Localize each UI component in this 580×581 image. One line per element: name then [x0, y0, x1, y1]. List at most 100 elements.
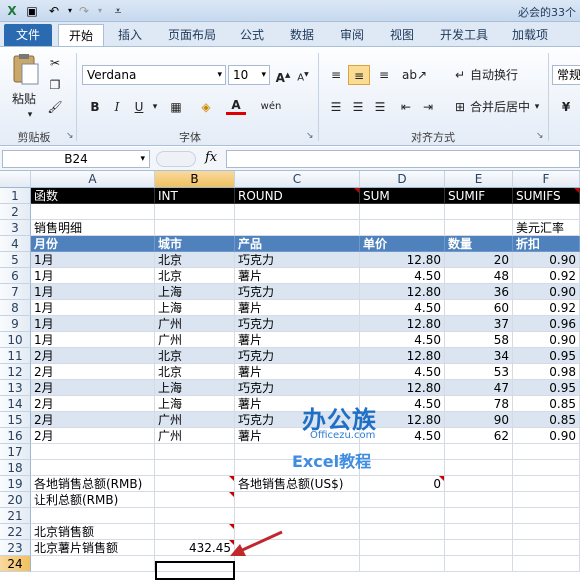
row-header-12[interactable]: 12: [0, 364, 31, 380]
cell-b17[interactable]: [155, 444, 235, 460]
decrease-indent-icon[interactable]: ⇤: [396, 97, 416, 117]
format-painter-icon[interactable]: 🖌: [46, 97, 64, 117]
font-color-button[interactable]: A: [226, 97, 246, 115]
copy-icon[interactable]: ❐: [46, 75, 64, 95]
undo-icon[interactable]: ↶: [46, 3, 62, 19]
tab-data[interactable]: 数据: [282, 24, 322, 46]
underline-dropdown-icon[interactable]: ▾: [150, 97, 160, 117]
row-header-15[interactable]: 15: [0, 412, 31, 428]
cell-f18[interactable]: [513, 460, 580, 476]
cell-a17[interactable]: [31, 444, 155, 460]
row-header-21[interactable]: 21: [0, 508, 31, 524]
cell-e22[interactable]: [445, 524, 513, 540]
selected-cell-b24[interactable]: [155, 561, 235, 580]
paste-dropdown-icon[interactable]: ▾: [22, 105, 38, 125]
bold-button[interactable]: B: [86, 97, 104, 117]
cell-e3[interactable]: [445, 220, 513, 236]
tab-formulas[interactable]: 公式: [232, 24, 272, 46]
tab-developer[interactable]: 开发工具: [432, 24, 496, 46]
font-name-dropdown[interactable]: Verdana ▾: [82, 65, 226, 85]
cell-f19[interactable]: [513, 476, 580, 492]
cell-e24[interactable]: [445, 556, 513, 572]
cell-e23[interactable]: [445, 540, 513, 556]
align-center-icon[interactable]: ☰: [348, 97, 368, 117]
align-top-icon[interactable]: ≡: [326, 65, 346, 85]
shrink-font-button[interactable]: A▼: [294, 65, 312, 85]
cell-b18[interactable]: [155, 460, 235, 476]
row-header-7[interactable]: 7: [0, 284, 31, 300]
cell-f20[interactable]: [513, 492, 580, 508]
cell-f22[interactable]: [513, 524, 580, 540]
cell-a21[interactable]: [31, 508, 155, 524]
row-header-3[interactable]: 3: [0, 220, 31, 236]
tab-insert[interactable]: 插入: [110, 24, 150, 46]
row-header-19[interactable]: 19: [0, 476, 31, 492]
row-header-1[interactable]: 1: [0, 188, 31, 204]
row-header-11[interactable]: 11: [0, 348, 31, 364]
formula-input[interactable]: [226, 150, 580, 168]
tab-page-layout[interactable]: 页面布局: [160, 24, 224, 46]
tab-review[interactable]: 审阅: [332, 24, 372, 46]
wrap-text-icon[interactable]: ↵: [450, 65, 470, 85]
cell-f2[interactable]: [513, 204, 580, 220]
cell-b21[interactable]: [155, 508, 235, 524]
number-format-dropdown[interactable]: 常规: [552, 65, 580, 85]
merge-dropdown-icon[interactable]: ▾: [532, 97, 542, 117]
increase-indent-icon[interactable]: ⇥: [418, 97, 438, 117]
row-header-4[interactable]: 4: [0, 236, 31, 252]
cell-b22[interactable]: [155, 524, 235, 540]
cut-icon[interactable]: ✂: [46, 53, 64, 73]
font-size-dropdown[interactable]: 10 ▾: [228, 65, 270, 85]
clipboard-launcher-icon[interactable]: ↘: [66, 131, 74, 141]
column-header-c[interactable]: C: [235, 171, 360, 188]
row-header-14[interactable]: 14: [0, 396, 31, 412]
cell-a2[interactable]: [31, 204, 155, 220]
redo-icon[interactable]: ↷: [76, 3, 92, 19]
align-middle-icon[interactable]: ≡: [348, 65, 370, 85]
grow-font-button[interactable]: A▲: [274, 65, 292, 85]
tab-file[interactable]: 文件: [4, 24, 52, 46]
cell-f24[interactable]: [513, 556, 580, 572]
cell-c21[interactable]: [235, 508, 360, 524]
tab-view[interactable]: 视图: [382, 24, 422, 46]
cell-d20[interactable]: [360, 492, 445, 508]
row-header-24[interactable]: 24: [0, 556, 31, 572]
cell-e19[interactable]: [445, 476, 513, 492]
row-header-2[interactable]: 2: [0, 204, 31, 220]
underline-button[interactable]: U: [130, 97, 148, 117]
customize-toolbar-icon[interactable]: ⩡: [110, 3, 126, 19]
cell-d22[interactable]: [360, 524, 445, 540]
align-left-icon[interactable]: ☰: [326, 97, 346, 117]
row-header-6[interactable]: 6: [0, 268, 31, 284]
merge-center-icon[interactable]: ⊞: [450, 97, 470, 117]
cell-b20[interactable]: [155, 492, 235, 508]
insert-function-icon[interactable]: fx: [205, 150, 217, 165]
cell-f23[interactable]: [513, 540, 580, 556]
column-header-e[interactable]: E: [445, 171, 513, 188]
cell-e18[interactable]: [445, 460, 513, 476]
paste-icon[interactable]: [10, 53, 40, 87]
row-header-22[interactable]: 22: [0, 524, 31, 540]
cell-d2[interactable]: [360, 204, 445, 220]
row-header-18[interactable]: 18: [0, 460, 31, 476]
alignment-launcher-icon[interactable]: ↘: [536, 131, 544, 141]
row-header-23[interactable]: 23: [0, 540, 31, 556]
align-bottom-icon[interactable]: ≡: [374, 65, 394, 85]
cell-e21[interactable]: [445, 508, 513, 524]
cell-b3[interactable]: [155, 220, 235, 236]
cell-a18[interactable]: [31, 460, 155, 476]
cell-d24[interactable]: [360, 556, 445, 572]
name-box[interactable]: B24 ▾: [2, 150, 150, 168]
save-icon[interactable]: ▣: [24, 3, 40, 19]
borders-icon[interactable]: ▦: [166, 97, 186, 117]
redo-dropdown-icon[interactable]: ▾: [92, 3, 108, 19]
row-header-17[interactable]: 17: [0, 444, 31, 460]
phonetic-button[interactable]: wén: [256, 97, 286, 117]
cell-c20[interactable]: [235, 492, 360, 508]
font-launcher-icon[interactable]: ↘: [306, 131, 314, 141]
select-all-corner[interactable]: [0, 171, 31, 188]
tab-home[interactable]: 开始: [58, 24, 104, 46]
cell-d23[interactable]: [360, 540, 445, 556]
column-header-f[interactable]: F: [513, 171, 580, 188]
formula-bar-resize-handle[interactable]: [156, 151, 196, 167]
